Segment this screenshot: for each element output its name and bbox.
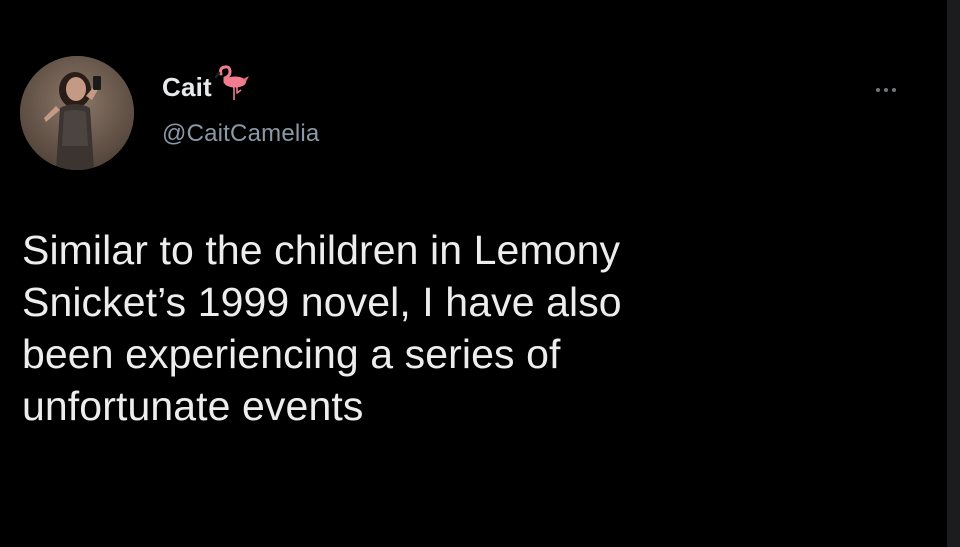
- tweet-text: Similar to the children in Lemony Snicke…: [22, 227, 622, 429]
- profile-photo-icon: [20, 56, 134, 170]
- flamingo-icon: [214, 64, 249, 100]
- avatar[interactable]: [20, 56, 134, 170]
- more-options-icon-dot: [892, 88, 896, 92]
- screenshot-page: Cait @CaitCamelia Similar to the childre…: [0, 0, 960, 547]
- more-options-icon: [876, 88, 880, 92]
- author-display-name[interactable]: Cait: [162, 72, 212, 103]
- author-handle[interactable]: @CaitCamelia: [162, 120, 319, 148]
- more-options-button[interactable]: [866, 80, 906, 100]
- author-name-row[interactable]: Cait: [162, 64, 251, 103]
- tweet-card[interactable]: Cait @CaitCamelia Similar to the childre…: [0, 0, 947, 547]
- more-options-icon-dot: [884, 88, 888, 92]
- window-edge: [947, 0, 960, 547]
